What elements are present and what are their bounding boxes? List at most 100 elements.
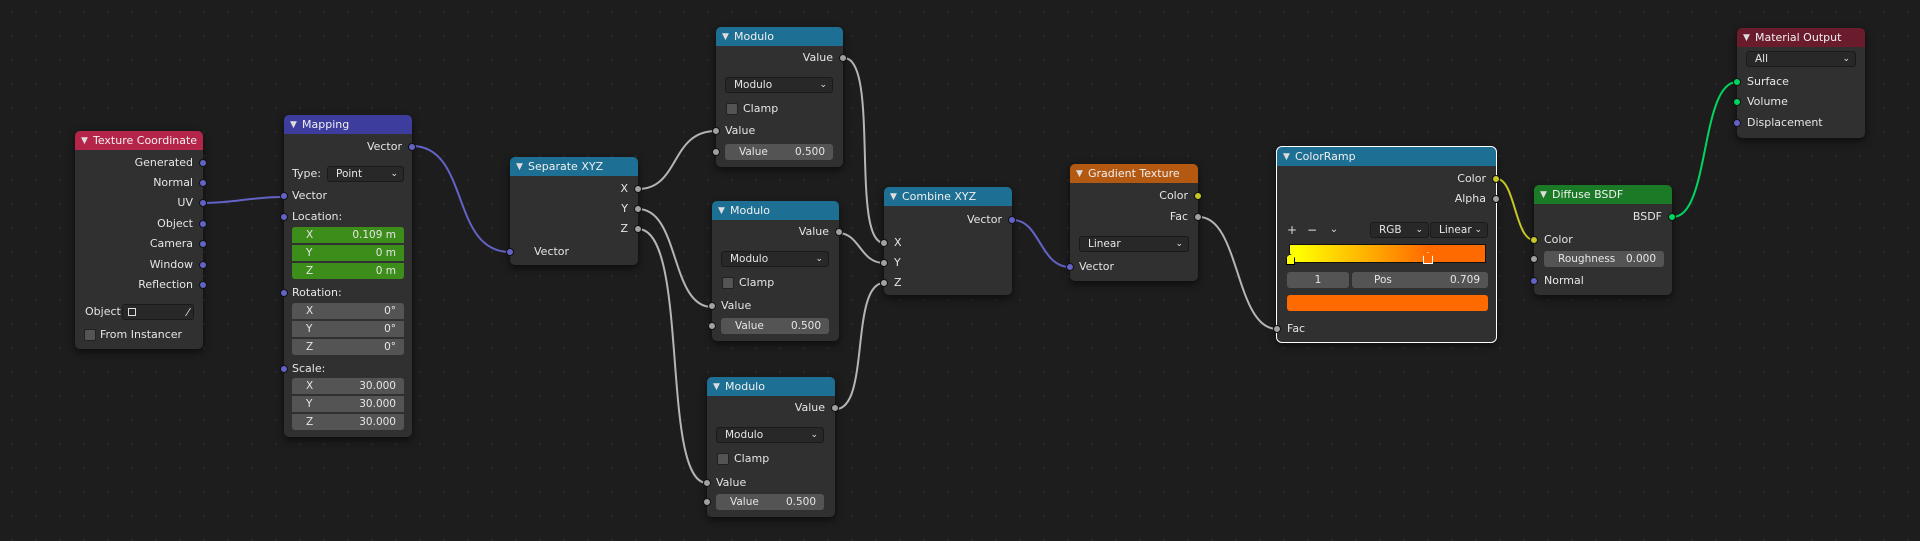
node-combine-xyz[interactable]: ▼ Combine XYZ Vector X Y Z	[880, 187, 1016, 295]
location-y-field[interactable]: Y 0 m	[292, 245, 404, 261]
socket-value-in-2[interactable]	[703, 498, 711, 506]
node-mapping[interactable]: ▼ Mapping Vector Type: Point ⌄ Vector Lo…	[280, 115, 416, 437]
node-header[interactable]: ▼ Modulo	[707, 377, 835, 396]
color-ramp-gradient[interactable]	[1289, 244, 1486, 263]
location-z-field[interactable]: Z 0 m	[292, 263, 404, 279]
clamp-checkbox[interactable]	[717, 453, 729, 465]
node-header[interactable]: ▼ Gradient Texture	[1070, 164, 1198, 183]
operation-dropdown[interactable]: Modulo ⌄	[716, 427, 824, 443]
add-stop-button[interactable]: +	[1283, 222, 1301, 238]
socket-value-out[interactable]	[835, 228, 843, 236]
socket-vector-out[interactable]	[1008, 216, 1016, 224]
node-texture-coordinate[interactable]: ▼ Texture Coordinate Generated Normal UV…	[75, 131, 207, 349]
socket-x-in[interactable]	[880, 239, 888, 247]
clamp-checkbox[interactable]	[726, 103, 738, 115]
node-header[interactable]: ▼ Material Output	[1737, 28, 1865, 47]
value-field[interactable]: Value 0.500	[721, 318, 829, 334]
node-header[interactable]: ▼ Modulo	[716, 27, 843, 46]
node-colorramp[interactable]: ▼ ColorRamp Color Alpha + − ⌄ RGB ⌄ Line…	[1273, 146, 1500, 343]
socket-color-out[interactable]	[1492, 175, 1500, 183]
remove-stop-button[interactable]: −	[1303, 222, 1321, 238]
socket-y-in[interactable]	[880, 259, 888, 267]
socket-rotation[interactable]	[280, 289, 288, 297]
color-mode-dropdown[interactable]: RGB ⌄	[1370, 222, 1429, 238]
node-material-output[interactable]: ▼ Material Output All ⌄ Surface Volume D…	[1733, 28, 1865, 138]
node-modulo-1[interactable]: ▼ Modulo Value Modulo ⌄ Clamp Value Valu…	[712, 27, 847, 167]
socket-volume-in[interactable]	[1733, 98, 1741, 106]
socket-z-out[interactable]	[634, 225, 642, 233]
socket-reflection[interactable]	[199, 281, 207, 289]
chevron-down-icon[interactable]: ▼	[290, 120, 302, 130]
stop-color-swatch[interactable]	[1287, 295, 1488, 311]
node-header[interactable]: ▼ Separate XYZ	[510, 157, 638, 176]
socket-displacement-in[interactable]	[1733, 119, 1741, 127]
socket-scale[interactable]	[280, 365, 288, 373]
socket-value-in-2[interactable]	[712, 148, 720, 156]
node-gradient-texture[interactable]: ▼ Gradient Texture Color Fac Linear ⌄ Ve…	[1066, 164, 1202, 281]
node-separate-xyz[interactable]: ▼ Separate XYZ X Y Z Vector	[506, 157, 642, 265]
operation-dropdown[interactable]: Modulo ⌄	[725, 77, 833, 93]
chevron-down-icon[interactable]: ▼	[713, 382, 725, 392]
value-field[interactable]: Value 0.500	[725, 144, 833, 160]
chevron-down-icon[interactable]: ▼	[81, 136, 93, 146]
eyedropper-icon[interactable]: ⁄	[187, 305, 189, 321]
socket-value-in-1[interactable]	[708, 302, 716, 310]
node-header[interactable]: ▼ ColorRamp	[1277, 147, 1496, 166]
socket-vector-in[interactable]	[1066, 263, 1074, 271]
socket-color-out[interactable]	[1194, 192, 1202, 200]
node-header[interactable]: ▼ Texture Coordinate	[75, 131, 203, 150]
socket-value-in-2[interactable]	[708, 322, 716, 330]
roughness-field[interactable]: Roughness 0.000	[1544, 251, 1664, 267]
socket-normal[interactable]	[199, 179, 207, 187]
node-header[interactable]: ▼ Modulo	[712, 201, 839, 220]
scale-z-field[interactable]: Z 30.000	[292, 414, 404, 430]
chevron-down-icon[interactable]: ⌄	[1325, 222, 1343, 238]
location-x-field[interactable]: X 0.109 m	[292, 227, 404, 243]
chevron-down-icon[interactable]: ▼	[890, 192, 902, 202]
gradient-type-dropdown[interactable]: Linear ⌄	[1079, 236, 1189, 252]
socket-vector-in[interactable]	[506, 248, 514, 256]
clamp-checkbox[interactable]	[722, 277, 734, 289]
stop-index-field[interactable]: 1	[1287, 272, 1349, 288]
socket-object[interactable]	[199, 220, 207, 228]
chevron-down-icon[interactable]: ▼	[1540, 190, 1552, 200]
node-diffuse-bsdf[interactable]: ▼ Diffuse BSDF BSDF Color Roughness 0.000…	[1530, 185, 1676, 295]
socket-vector-in[interactable]	[280, 192, 288, 200]
socket-value-in-1[interactable]	[703, 479, 711, 487]
socket-location[interactable]	[280, 213, 288, 221]
socket-normal-in[interactable]	[1530, 277, 1538, 285]
node-header[interactable]: ▼ Mapping	[284, 115, 412, 134]
socket-value-in-1[interactable]	[712, 127, 720, 135]
socket-uv[interactable]	[199, 199, 207, 207]
socket-value-out[interactable]	[839, 54, 847, 62]
chevron-down-icon[interactable]: ▼	[516, 162, 528, 172]
scale-y-field[interactable]: Y 30.000	[292, 396, 404, 412]
socket-fac-in[interactable]	[1273, 325, 1281, 333]
socket-camera[interactable]	[199, 240, 207, 248]
object-field[interactable]: ⁄	[122, 304, 194, 320]
value-field[interactable]: Value 0.500	[716, 494, 824, 510]
node-header[interactable]: ▼ Combine XYZ	[884, 187, 1012, 206]
chevron-down-icon[interactable]: ▼	[722, 32, 734, 42]
stop-position-field[interactable]: Pos 0.709	[1352, 272, 1488, 288]
socket-y-out[interactable]	[634, 205, 642, 213]
rotation-z-field[interactable]: Z 0°	[292, 339, 404, 355]
target-dropdown[interactable]: All ⌄	[1746, 51, 1856, 67]
chevron-down-icon[interactable]: ▼	[1076, 169, 1088, 179]
node-modulo-3[interactable]: ▼ Modulo Value Modulo ⌄ Clamp Value Valu…	[703, 377, 839, 517]
socket-alpha-out[interactable]	[1492, 195, 1500, 203]
from-instancer-checkbox[interactable]	[84, 329, 96, 341]
interpolation-dropdown[interactable]: Linear ⌄	[1430, 222, 1488, 238]
socket-window[interactable]	[199, 261, 207, 269]
chevron-down-icon[interactable]: ▼	[1283, 152, 1295, 162]
chevron-down-icon[interactable]: ▼	[1743, 33, 1755, 43]
type-dropdown[interactable]: Point ⌄	[327, 166, 404, 182]
node-modulo-2[interactable]: ▼ Modulo Value Modulo ⌄ Clamp Value Valu…	[708, 201, 843, 341]
rotation-x-field[interactable]: X 0°	[292, 303, 404, 319]
socket-vector-out[interactable]	[408, 143, 416, 151]
socket-value-out[interactable]	[831, 404, 839, 412]
socket-x-out[interactable]	[634, 185, 642, 193]
socket-z-in[interactable]	[880, 279, 888, 287]
chevron-down-icon[interactable]: ▼	[718, 206, 730, 216]
rotation-y-field[interactable]: Y 0°	[292, 321, 404, 337]
